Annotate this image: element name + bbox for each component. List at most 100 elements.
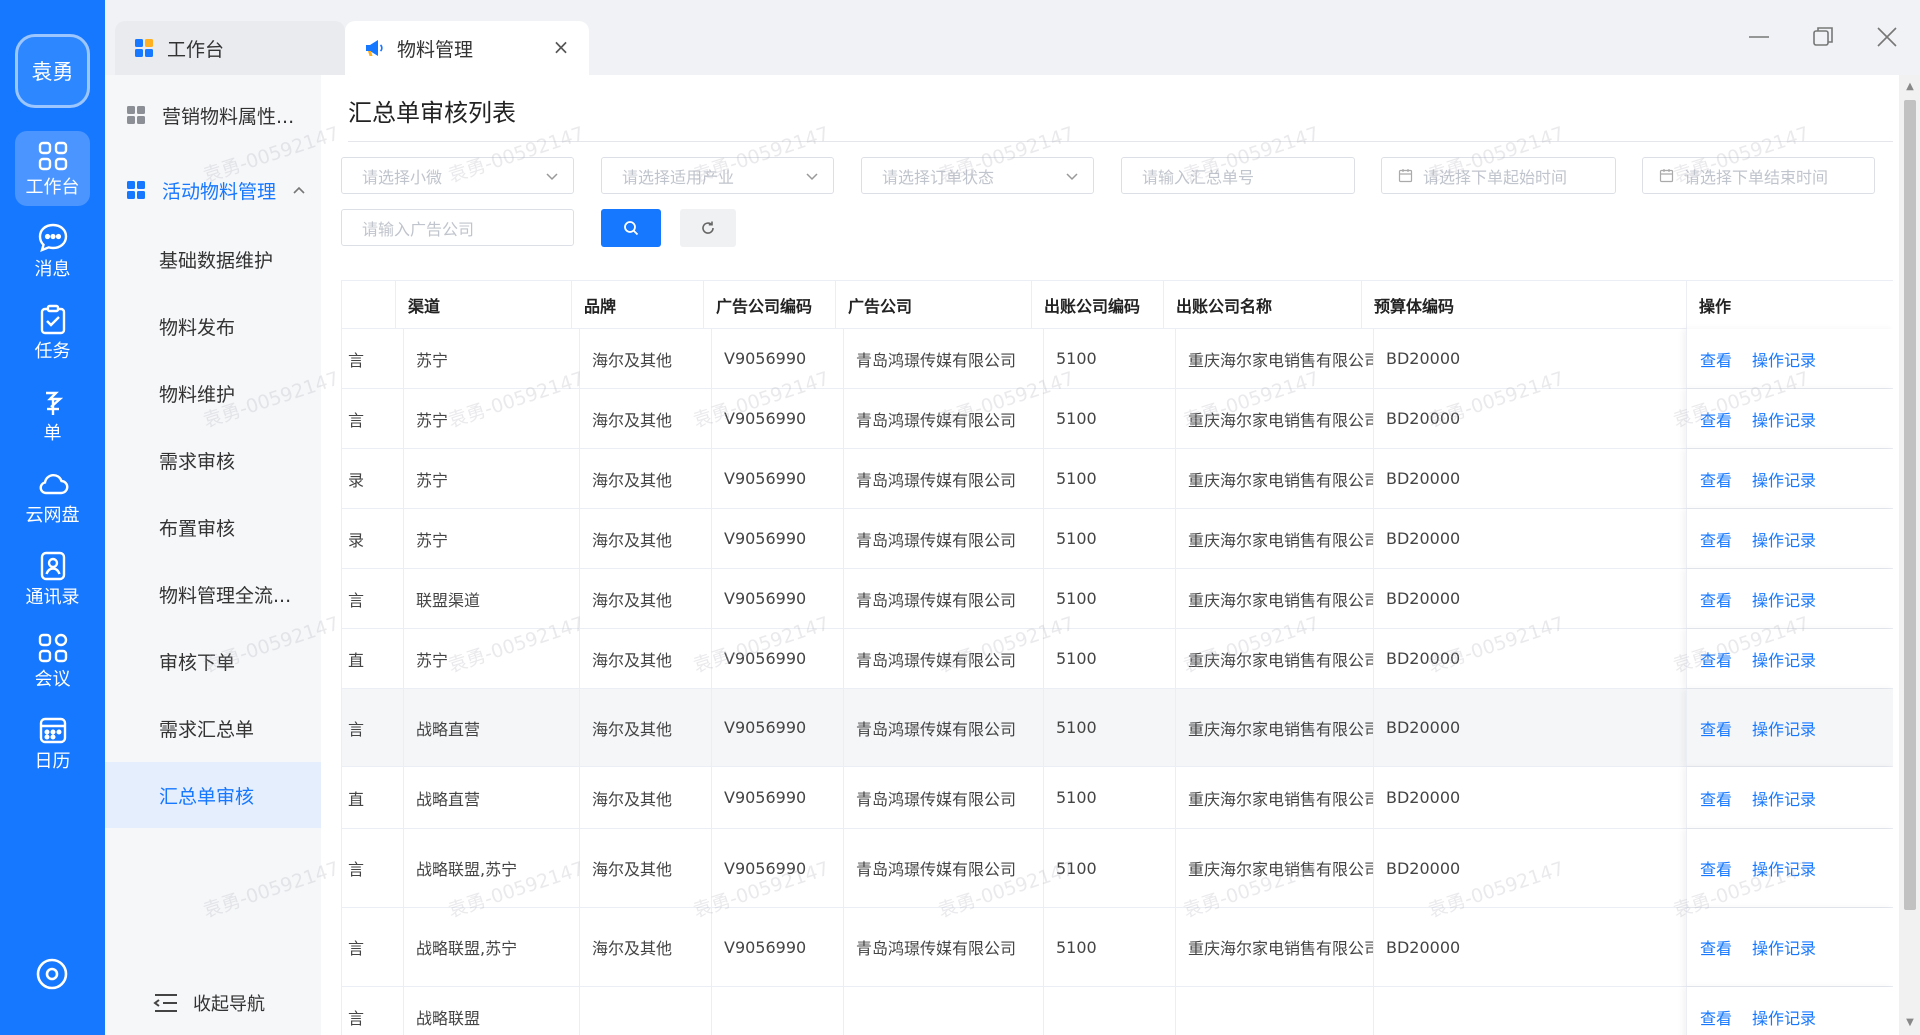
column-header-ad-code: 广告公司编码 xyxy=(704,281,836,329)
operation-log-link[interactable]: 操作记录 xyxy=(1752,1005,1816,1029)
view-link[interactable]: 查看 xyxy=(1700,407,1732,431)
sidebar-item-summary-review[interactable]: 汇总单审核 xyxy=(105,762,321,828)
vertical-scrollbar[interactable]: ▲ ▼ xyxy=(1899,75,1920,1035)
chevron-down-icon xyxy=(1066,173,1078,181)
cloud-icon xyxy=(39,473,68,494)
sidebar-item-full-process[interactable]: 物料管理全流... xyxy=(105,561,321,627)
meeting-grid-icon xyxy=(38,633,67,662)
sidebar-item-material-publish[interactable]: 物料发布 xyxy=(105,293,321,359)
cell-budget-code: BD20000 xyxy=(1374,908,1692,986)
cell-brand xyxy=(580,987,712,1035)
cell-channel: 战略联盟,苏宁 xyxy=(404,908,580,986)
avatar[interactable]: 袁勇 xyxy=(15,34,90,108)
restore-icon[interactable] xyxy=(1806,20,1840,54)
operation-log-link[interactable]: 操作记录 xyxy=(1752,407,1816,431)
view-link[interactable]: 查看 xyxy=(1700,786,1732,810)
cell-lead: 言 xyxy=(342,829,404,907)
megaphone-icon xyxy=(366,40,383,56)
cell-ad-code: V9056990 xyxy=(712,389,844,448)
tab-material-management[interactable]: 物料管理 × xyxy=(345,21,589,75)
cell-bill-code: 5100 xyxy=(1044,329,1176,388)
operation-log-link[interactable]: 操作记录 xyxy=(1752,786,1816,810)
close-window-icon[interactable] xyxy=(1870,20,1904,54)
cell-ad-company xyxy=(844,987,1044,1035)
table-row: 言 苏宁 海尔及其他 V9056990 青岛鸿璟传媒有限公司 5100 重庆海尔… xyxy=(342,329,1893,389)
cell-ad-code: V9056990 xyxy=(712,449,844,508)
cell-lead: 直 xyxy=(342,629,404,688)
cell-ad-code: V9056990 xyxy=(712,829,844,907)
sidebar-item-demand-summary[interactable]: 需求汇总单 xyxy=(105,695,321,761)
order-status-select[interactable]: 请选择订单状态 xyxy=(861,157,1094,194)
view-link[interactable]: 查看 xyxy=(1700,347,1732,371)
summary-no-input[interactable]: 请输入汇总单号 xyxy=(1121,157,1355,194)
rail-label: 任务 xyxy=(34,340,71,362)
chevron-up-icon[interactable] xyxy=(291,182,307,198)
sidebar-item-layout-review[interactable]: 布置审核 xyxy=(105,494,321,560)
view-link[interactable]: 查看 xyxy=(1700,1005,1732,1029)
rail-item-cloud-drive[interactable]: 云网盘 xyxy=(15,459,90,534)
operation-log-link[interactable]: 操作记录 xyxy=(1752,856,1816,880)
table-row: 言 联盟渠道 海尔及其他 V9056990 青岛鸿璟传媒有限公司 5100 重庆… xyxy=(342,569,1893,629)
end-time-picker[interactable]: 请选择下单结束时间 xyxy=(1642,157,1875,194)
sidebar-item-review-order[interactable]: 审核下单 xyxy=(105,628,321,694)
cell-bill-company: 重庆海尔家电销售有限公司 xyxy=(1176,509,1374,568)
cell-channel: 苏宁 xyxy=(404,509,580,568)
scroll-up-arrow-icon[interactable]: ▲ xyxy=(1904,81,1916,93)
operation-log-link[interactable]: 操作记录 xyxy=(1752,347,1816,371)
cell-ad-code: V9056990 xyxy=(712,767,844,828)
scroll-down-arrow-icon[interactable]: ▼ xyxy=(1904,1017,1916,1029)
operation-log-link[interactable]: 操作记录 xyxy=(1752,587,1816,611)
view-link[interactable]: 查看 xyxy=(1700,467,1732,491)
tab-workbench[interactable]: 工作台 xyxy=(115,21,345,75)
rail-item-tasks[interactable]: 任务 xyxy=(15,295,90,370)
row-actions: 查看 操作记录 xyxy=(1686,569,1893,628)
industry-select[interactable]: 请选择适用产业 xyxy=(601,157,834,194)
rail-item-meetings[interactable]: 会议 xyxy=(15,623,90,698)
search-button[interactable] xyxy=(601,209,661,247)
row-actions: 查看 操作记录 xyxy=(1686,829,1893,907)
grid-icon xyxy=(127,106,145,124)
calendar-icon xyxy=(1398,169,1413,183)
sidebar-item-basic-data[interactable]: 基础数据维护 xyxy=(105,226,321,292)
operation-log-link[interactable]: 操作记录 xyxy=(1752,716,1816,740)
operation-log-link[interactable]: 操作记录 xyxy=(1752,467,1816,491)
table-row: 录 苏宁 海尔及其他 V9056990 青岛鸿璟传媒有限公司 5100 重庆海尔… xyxy=(342,509,1893,569)
sidebar-group-activity-materials[interactable]: 活动物料管理 xyxy=(105,160,321,220)
view-link[interactable]: 查看 xyxy=(1700,647,1732,671)
table-row: 言 苏宁 海尔及其他 V9056990 青岛鸿璟传媒有限公司 5100 重庆海尔… xyxy=(342,389,1893,449)
cell-budget-code: BD20000 xyxy=(1374,509,1692,568)
view-link[interactable]: 查看 xyxy=(1700,716,1732,740)
ad-company-input[interactable]: 请输入广告公司 xyxy=(341,209,574,246)
operation-log-link[interactable]: 操作记录 xyxy=(1752,647,1816,671)
start-time-picker[interactable]: 请选择下单起始时间 xyxy=(1381,157,1616,194)
sidebar-item-demand-review[interactable]: 需求审核 xyxy=(105,427,321,493)
sidebar-group-marketing-attributes[interactable]: 营销物料属性... xyxy=(105,85,321,145)
minimize-icon[interactable] xyxy=(1742,20,1776,54)
reset-button[interactable] xyxy=(680,209,736,247)
contacts-icon xyxy=(40,551,65,580)
rail-item-workbench[interactable]: 工作台 xyxy=(15,131,90,206)
collapse-nav-button[interactable]: 收起导航 xyxy=(153,990,265,1016)
clipboard-check-icon xyxy=(40,304,65,334)
cell-ad-company: 青岛鸿璟传媒有限公司 xyxy=(844,329,1044,388)
cell-lead: 言 xyxy=(342,689,404,766)
view-link[interactable]: 查看 xyxy=(1700,935,1732,959)
row-actions: 查看 操作记录 xyxy=(1686,329,1893,388)
summary-table: 渠道 品牌 广告公司编码 广告公司 出账公司编码 出账公司名称 预算体编码 操作… xyxy=(341,280,1893,1035)
view-link[interactable]: 查看 xyxy=(1700,587,1732,611)
rail-item-messages[interactable]: 消息 xyxy=(15,213,90,288)
view-link[interactable]: 查看 xyxy=(1700,856,1732,880)
rail-item-contacts[interactable]: 通讯录 xyxy=(15,541,90,616)
workbench-tab-icon xyxy=(135,39,153,57)
row-actions: 查看 操作记录 xyxy=(1686,629,1893,688)
micro-select[interactable]: 请选择小微 xyxy=(341,157,574,194)
settings-ring-icon[interactable] xyxy=(33,955,71,993)
rail-item-forms[interactable]: 单 xyxy=(15,377,90,452)
scroll-thumb[interactable] xyxy=(1904,100,1916,910)
close-icon[interactable]: × xyxy=(551,37,571,57)
sidebar-item-material-maintenance[interactable]: 物料维护 xyxy=(105,360,321,426)
rail-item-calendar[interactable]: 日历 xyxy=(15,705,90,780)
operation-log-link[interactable]: 操作记录 xyxy=(1752,527,1816,551)
operation-log-link[interactable]: 操作记录 xyxy=(1752,935,1816,959)
view-link[interactable]: 查看 xyxy=(1700,527,1732,551)
